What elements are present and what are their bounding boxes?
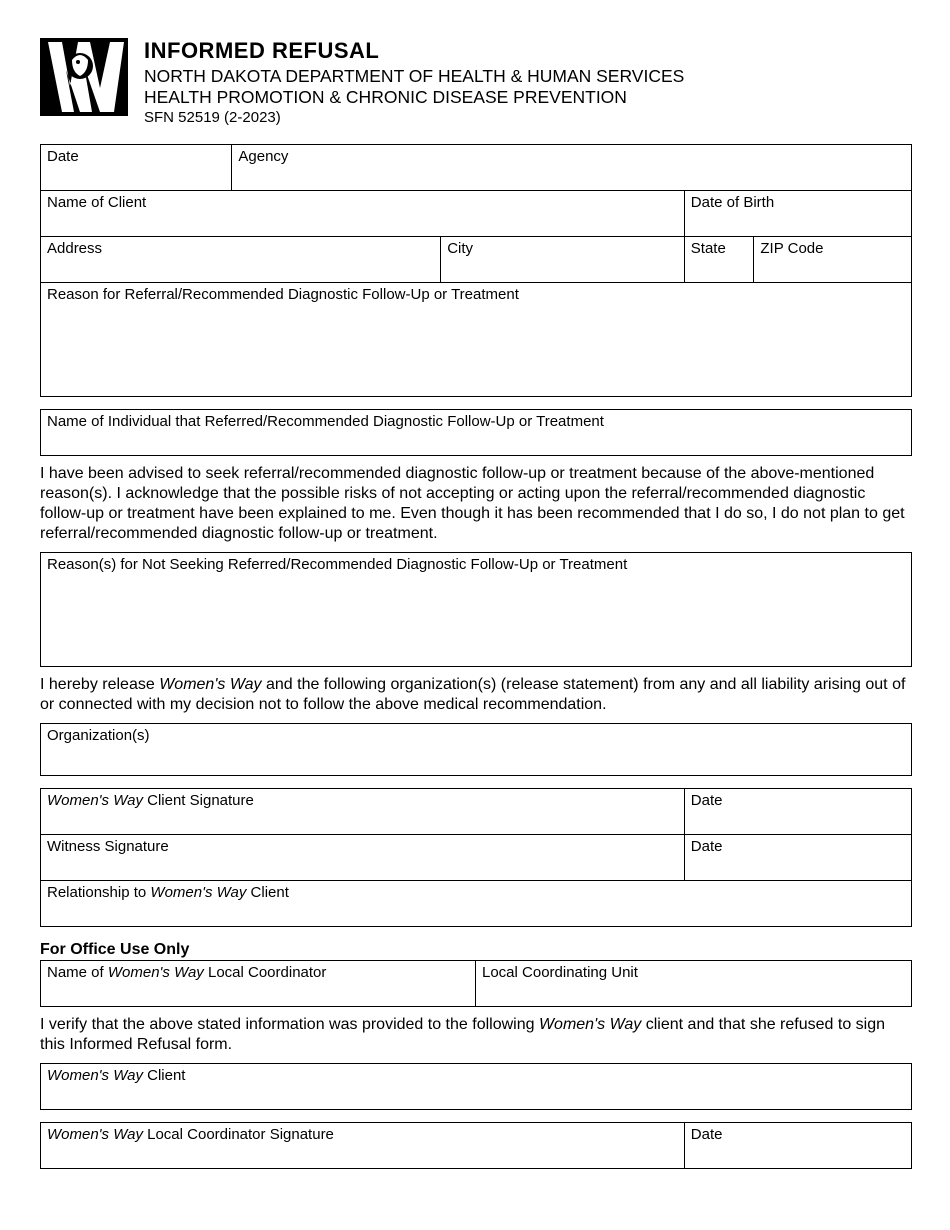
coordinating-unit-field[interactable]: Local Coordinating Unit <box>476 961 911 1006</box>
client-signature-date-label: Date <box>691 792 905 810</box>
witness-signature-date-field[interactable]: Date <box>685 834 911 880</box>
division-name: HEALTH PROMOTION & CHRONIC DISEASE PREVE… <box>144 87 684 108</box>
reason-not-seeking-label: Reason(s) for Not Seeking Referred/Recom… <box>47 556 905 574</box>
release-pre: I hereby release <box>40 676 159 693</box>
zip-field[interactable]: ZIP Code <box>754 236 911 282</box>
ww-client-label: Women's Way Client <box>47 1067 905 1085</box>
coordinator-signature-box: Women's Way Local Coordinator Signature … <box>40 1122 912 1169</box>
release-paragraph: I hereby release Women's Way and the fol… <box>40 675 912 715</box>
city-field[interactable]: City <box>441 236 685 282</box>
signature-box: Women's Way Client Signature Date Witnes… <box>40 788 912 927</box>
form-number: SFN 52519 (2-2023) <box>144 109 684 126</box>
form-header: INFORMED REFUSAL NORTH DAKOTA DEPARTMENT… <box>40 38 912 126</box>
date-field[interactable]: Date <box>41 145 232 190</box>
verify-pre: I verify that the above stated informati… <box>40 1016 539 1033</box>
form-title: INFORMED REFUSAL <box>144 38 684 64</box>
coordinating-unit-label: Local Coordinating Unit <box>482 964 905 982</box>
organizations-label: Organization(s) <box>47 727 905 745</box>
address-field[interactable]: Address <box>41 236 441 282</box>
client-signature-date-field[interactable]: Date <box>685 789 911 834</box>
client-name-field[interactable]: Name of Client <box>41 190 685 236</box>
reason-not-seeking-box: Reason(s) for Not Seeking Referred/Recom… <box>40 552 912 667</box>
address-label: Address <box>47 240 434 258</box>
client-signature-field[interactable]: Women's Way Client Signature <box>41 789 685 834</box>
date-label: Date <box>47 148 225 166</box>
verify-ww: Women's Way <box>539 1016 641 1033</box>
womens-way-logo <box>40 38 128 116</box>
city-label: City <box>447 240 678 258</box>
client-info-box: Date Agency Name of Client Date of Birth… <box>40 144 912 397</box>
coordinator-signature-field[interactable]: Women's Way Local Coordinator Signature <box>41 1123 685 1168</box>
client-name-label: Name of Client <box>47 194 678 212</box>
coordinator-name-label: Name of Women's Way Local Coordinator <box>47 964 469 982</box>
agency-field[interactable]: Agency <box>232 145 911 190</box>
ww-client-field[interactable]: Women's Way Client <box>41 1064 911 1109</box>
relationship-field[interactable]: Relationship to Women's Way Client <box>41 880 911 926</box>
organizations-box: Organization(s) <box>40 723 912 776</box>
release-ww: Women's Way <box>159 676 261 693</box>
office-use-heading: For Office Use Only <box>40 941 912 961</box>
relationship-label: Relationship to Women's Way Client <box>47 884 905 902</box>
reason-not-seeking-field[interactable]: Reason(s) for Not Seeking Referred/Recom… <box>41 553 911 666</box>
referrer-name-field[interactable]: Name of Individual that Referred/Recomme… <box>41 410 911 455</box>
witness-signature-field[interactable]: Witness Signature <box>41 834 685 880</box>
coordinator-box: Name of Women's Way Local Coordinator Lo… <box>40 961 912 1007</box>
organizations-field[interactable]: Organization(s) <box>41 724 911 775</box>
ww-client-box: Women's Way Client <box>40 1063 912 1110</box>
advise-paragraph: I have been advised to seek referral/rec… <box>40 464 912 544</box>
state-field[interactable]: State <box>685 236 755 282</box>
coordinator-signature-date-label: Date <box>691 1126 905 1144</box>
reason-referral-label: Reason for Referral/Recommended Diagnost… <box>47 286 905 304</box>
referrer-box: Name of Individual that Referred/Recomme… <box>40 409 912 456</box>
verify-paragraph: I verify that the above stated informati… <box>40 1015 912 1055</box>
department-name: NORTH DAKOTA DEPARTMENT OF HEALTH & HUMA… <box>144 66 684 87</box>
zip-label: ZIP Code <box>760 240 905 258</box>
reason-referral-field[interactable]: Reason for Referral/Recommended Diagnost… <box>41 282 911 396</box>
client-signature-label: Women's Way Client Signature <box>47 792 678 810</box>
coordinator-name-field[interactable]: Name of Women's Way Local Coordinator <box>41 961 476 1006</box>
referrer-name-label: Name of Individual that Referred/Recomme… <box>47 413 905 431</box>
state-label: State <box>691 240 748 258</box>
dob-label: Date of Birth <box>691 194 905 212</box>
header-text: INFORMED REFUSAL NORTH DAKOTA DEPARTMENT… <box>144 38 684 126</box>
coordinator-signature-date-field[interactable]: Date <box>685 1123 911 1168</box>
dob-field[interactable]: Date of Birth <box>685 190 911 236</box>
witness-signature-label: Witness Signature <box>47 838 678 856</box>
witness-signature-date-label: Date <box>691 838 905 856</box>
agency-label: Agency <box>238 148 905 166</box>
coordinator-signature-label: Women's Way Local Coordinator Signature <box>47 1126 678 1144</box>
